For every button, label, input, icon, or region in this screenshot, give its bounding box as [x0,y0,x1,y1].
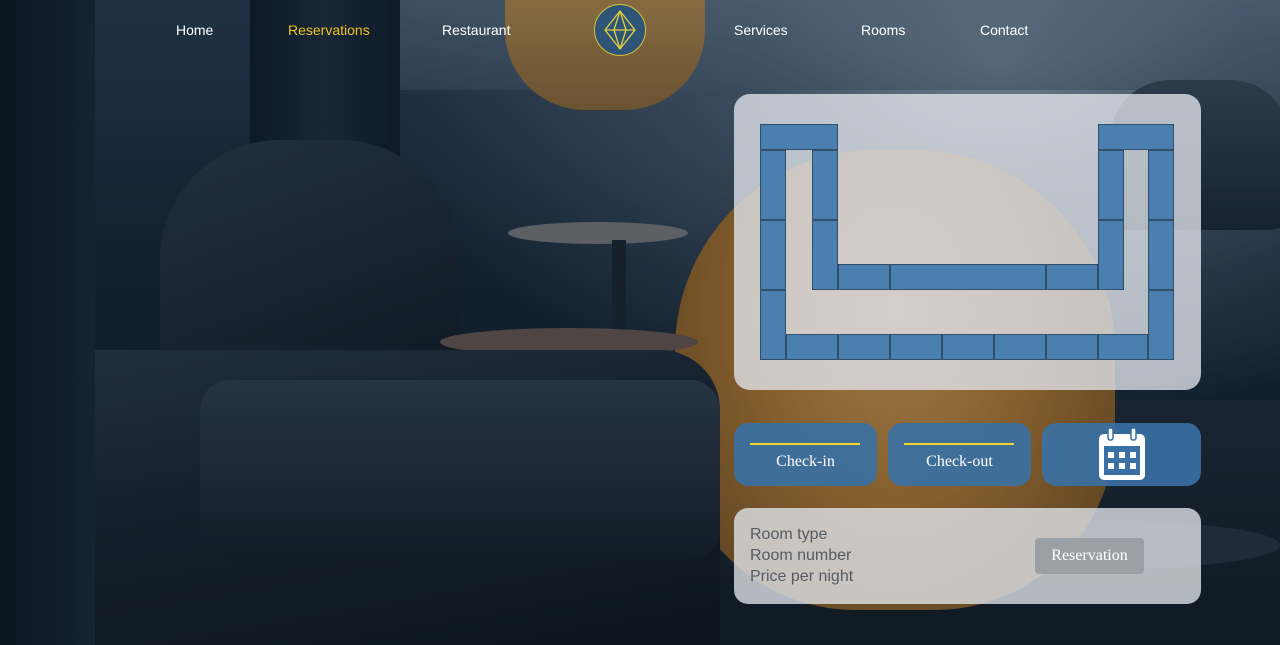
room-cell[interactable] [1098,150,1124,220]
room-cell[interactable] [1046,264,1098,290]
room-number-label: Room number [750,547,852,564]
room-cell[interactable] [812,150,838,220]
room-cell[interactable] [760,220,786,290]
room-cell[interactable] [760,150,786,220]
check-out-button[interactable]: Check-out [888,423,1031,486]
calendar-button[interactable] [1042,423,1201,486]
nav-home[interactable]: Home [176,22,213,38]
room-cell[interactable] [890,264,1046,290]
room-cell[interactable] [1098,334,1148,360]
room-cell[interactable] [760,124,838,150]
nav-rooms[interactable]: Rooms [861,22,905,38]
room-cell[interactable] [786,334,838,360]
price-per-night-label: Price per night [750,568,854,585]
room-cell[interactable] [1148,290,1174,360]
nav-reservations[interactable]: Reservations [288,22,370,38]
room-cell[interactable] [760,290,786,360]
main-navigation: Home Reservations Restaurant Services Ro… [0,0,1280,62]
room-cell[interactable] [1098,124,1174,150]
check-out-label: Check-out [926,453,993,470]
calendar-icon [1098,426,1145,480]
check-in-label: Check-in [776,453,835,470]
reservation-button[interactable]: Reservation [1035,538,1144,574]
room-cell[interactable] [838,334,890,360]
hotel-logo[interactable] [594,4,646,56]
nav-restaurant[interactable]: Restaurant [442,22,510,38]
room-cell[interactable] [1098,220,1124,290]
room-map-panel [734,94,1201,390]
check-out-underline [904,443,1014,445]
diamond-icon [604,9,636,51]
room-cell[interactable] [838,264,890,290]
room-cell[interactable] [1148,220,1174,290]
room-cell[interactable] [890,334,942,360]
check-in-button[interactable]: Check-in [734,423,877,486]
room-cell[interactable] [812,220,838,290]
nav-services[interactable]: Services [734,22,788,38]
room-details-panel: Room type Room number Price per night Re… [734,508,1201,604]
room-type-label: Room type [750,526,828,543]
room-cell[interactable] [1046,334,1098,360]
room-cell[interactable] [1148,150,1174,220]
room-cell[interactable] [942,334,994,360]
room-cell[interactable] [994,334,1046,360]
nav-contact[interactable]: Contact [980,22,1028,38]
check-in-underline [750,443,860,445]
